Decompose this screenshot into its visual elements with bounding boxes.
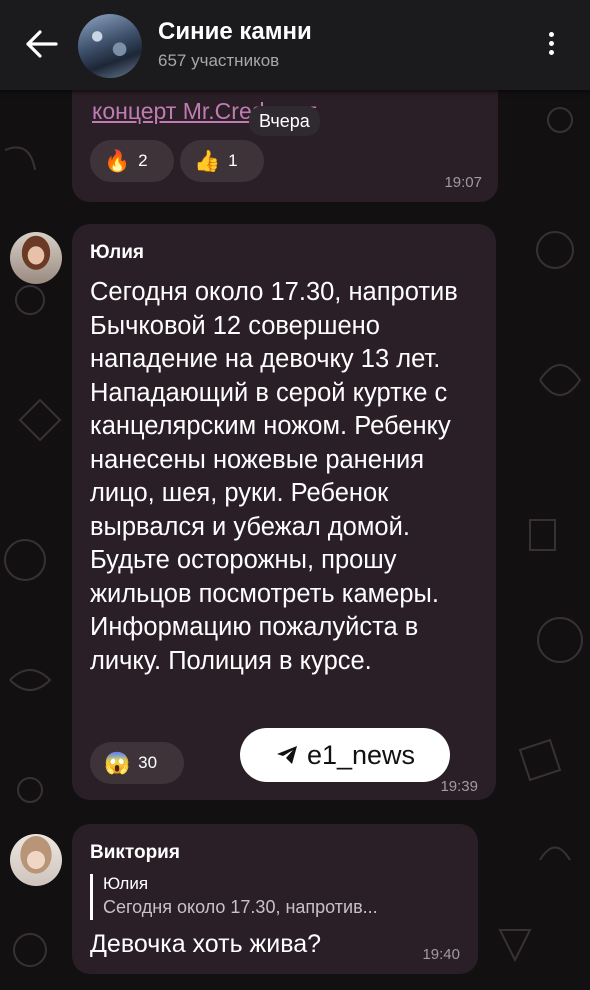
fire-emoji-icon: 🔥 — [104, 149, 131, 173]
message-text: Девочка хоть жива? — [90, 930, 322, 958]
chat-title[interactable]: Синие камни — [158, 18, 312, 46]
sender-name[interactable]: Виктория — [90, 842, 180, 864]
sender-name[interactable]: Юлия — [90, 242, 144, 264]
message-text: Сегодня около 17.30, напротив Бычковой 1… — [90, 278, 458, 675]
reply-snippet: Сегодня около 17.30, напротив... — [103, 897, 378, 917]
more-options-icon[interactable] — [536, 28, 566, 64]
reaction-count: 1 — [228, 151, 238, 170]
message-time: 19:07 — [444, 174, 482, 191]
chat-header: Синие камни 657 участников — [0, 0, 590, 90]
watermark-text: e1_news — [306, 739, 416, 770]
back-arrow-icon[interactable] — [22, 26, 62, 62]
avatar-viktoria[interactable] — [10, 834, 62, 886]
reply-sender: Юлия — [103, 874, 149, 893]
reaction-fire[interactable]: 🔥 2 — [90, 140, 174, 182]
scream-emoji-icon: 😱 — [104, 751, 131, 775]
message-bubble-yulia[interactable]: Юлия Сегодня около 17.30, напротив Бычко… — [72, 224, 496, 800]
members-count: 657 участников — [158, 51, 280, 70]
group-avatar[interactable] — [78, 14, 142, 78]
message-bubble-viktoria[interactable]: Виктория Юлия Сегодня около 17.30, напро… — [72, 824, 478, 974]
reply-quote[interactable]: Юлия Сегодня около 17.30, напротив... — [90, 874, 378, 920]
telegram-plane-icon — [276, 746, 297, 764]
e1-news-watermark: e1_news — [240, 728, 450, 782]
message-time: 19:39 — [440, 778, 478, 795]
thumbs-up-emoji-icon: 👍 — [194, 149, 221, 173]
date-separator: Вчера — [249, 106, 320, 136]
reaction-scream[interactable]: 😱 30 — [90, 742, 184, 784]
reaction-count: 30 — [138, 753, 158, 772]
message-time: 19:40 — [422, 946, 460, 963]
reaction-count: 2 — [138, 151, 148, 170]
reaction-thumbs-up[interactable]: 👍 1 — [180, 140, 264, 182]
avatar-yulia[interactable] — [10, 232, 62, 284]
message-bubble-previous[interactable]: концерт Mr.Credo тут 🔥 2 👍 1 19:07 — [72, 78, 498, 202]
